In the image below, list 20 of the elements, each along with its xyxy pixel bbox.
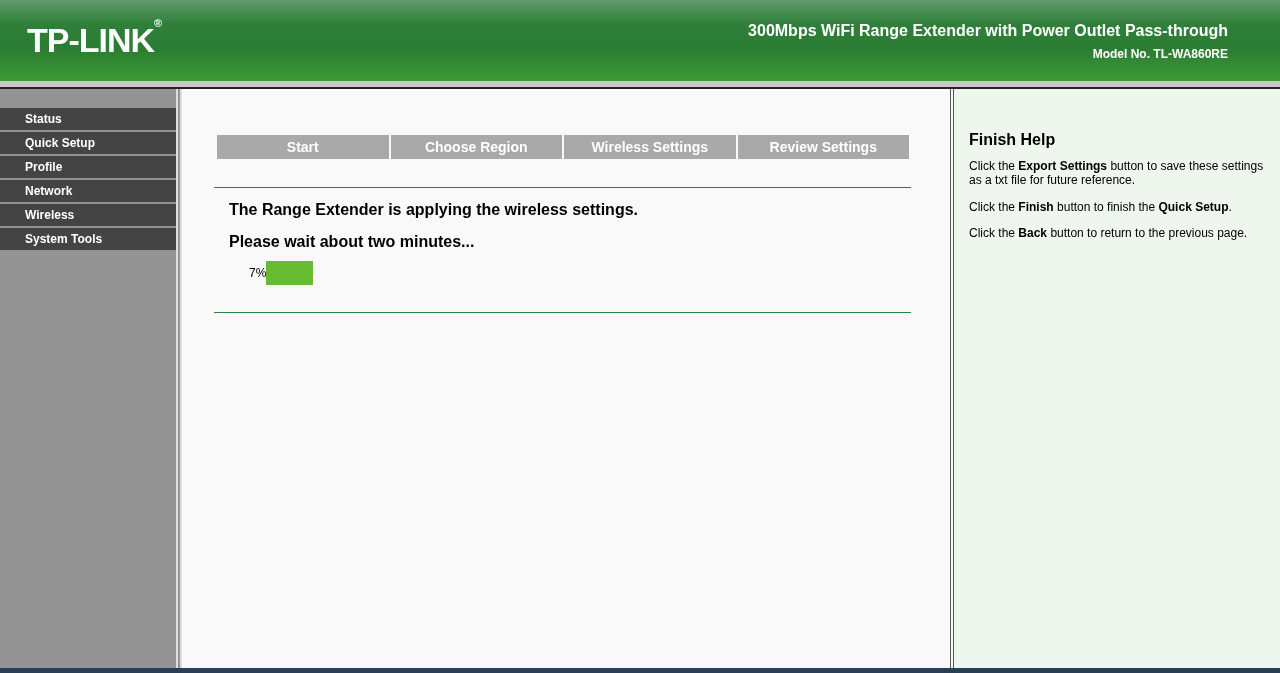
sidebar-item[interactable]: System Tools bbox=[0, 228, 176, 250]
wait-message: Please wait about two minutes... bbox=[229, 233, 476, 251]
help-text: Click the Back button to return to the previous page. bbox=[969, 226, 1249, 241]
product-title: 300Mbps WiFi Range Extender with Power Outlet Pass-through bbox=[748, 22, 1228, 40]
sidebar-item[interactable]: Profile bbox=[0, 156, 176, 178]
help-title: Finish Help bbox=[969, 131, 1057, 149]
wizard-step: Start bbox=[217, 135, 389, 159]
logo: TP-LINK$^{®}$ bbox=[27, 21, 162, 60]
sidebar-item[interactable]: Status bbox=[0, 108, 176, 130]
sidebar-item[interactable]: Quick Setup bbox=[0, 132, 176, 154]
help-text: Click the Finish button to finish the Quick Setup. bbox=[969, 199, 1233, 215]
status-message: The Range Extender is applying the wireless settings. bbox=[229, 201, 639, 219]
wizard-step: Review Settings bbox=[737, 135, 909, 159]
wizard-step: Choose Region bbox=[390, 135, 562, 159]
help-text: Click the Export Settings button to save these settings as a txt file for future reference. bbox=[969, 159, 1265, 188]
progress-reading: 7% bbox=[249, 266, 267, 280]
sidebar-item[interactable]: Network bbox=[0, 180, 176, 202]
wizard-step: Wireless Settings bbox=[564, 135, 736, 159]
model-number: Model No. TL-WA860RE bbox=[1091, 47, 1228, 61]
sidebar-item[interactable]: Wireless bbox=[0, 204, 176, 226]
